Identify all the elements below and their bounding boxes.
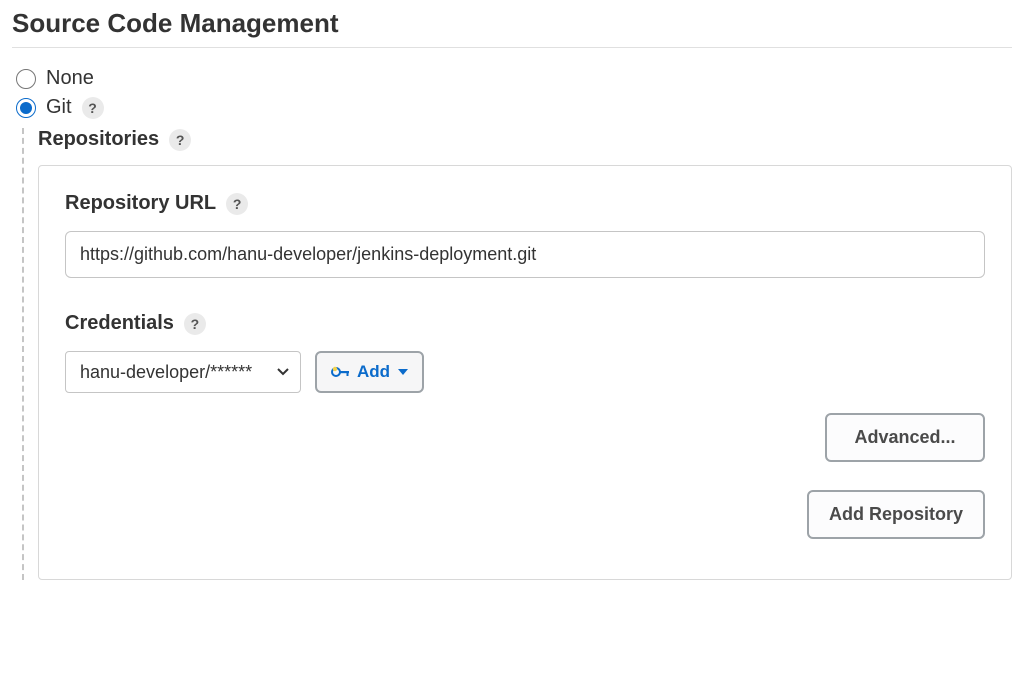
- repository-box: Repository URL ? Credentials ? hanu-deve…: [38, 165, 1012, 580]
- repositories-heading: Repositories: [38, 128, 159, 151]
- credentials-select[interactable]: hanu-developer/******: [65, 351, 301, 393]
- credentials-field: Credentials ? hanu-developer/******: [65, 312, 985, 393]
- credentials-select-wrap: hanu-developer/******: [65, 351, 301, 393]
- git-config-section: Repositories ? Repository URL ? Credenti…: [22, 128, 1012, 580]
- scm-label-none: None: [46, 67, 94, 90]
- help-icon[interactable]: ?: [184, 313, 206, 335]
- scm-radio-group: None Git ?: [12, 64, 1012, 122]
- credentials-label: Credentials: [65, 312, 174, 335]
- scm-radio-git[interactable]: [16, 98, 36, 118]
- scm-radio-none[interactable]: [16, 69, 36, 89]
- scm-label-git: Git: [46, 96, 72, 119]
- repo-url-input[interactable]: [65, 231, 985, 278]
- help-icon[interactable]: ?: [82, 97, 104, 119]
- repo-actions: Advanced... Add Repository: [65, 413, 985, 539]
- scm-option-git[interactable]: Git ?: [16, 93, 1012, 122]
- scm-option-none[interactable]: None: [16, 64, 1012, 93]
- help-icon[interactable]: ?: [226, 193, 248, 215]
- add-credentials-button[interactable]: Add: [315, 351, 424, 393]
- add-repository-button[interactable]: Add Repository: [807, 490, 985, 539]
- help-icon[interactable]: ?: [169, 129, 191, 151]
- section-title: Source Code Management: [12, 8, 1012, 48]
- repo-url-label: Repository URL: [65, 192, 216, 215]
- add-credentials-label: Add: [357, 362, 390, 382]
- advanced-button[interactable]: Advanced...: [825, 413, 985, 462]
- caret-down-icon: [398, 369, 408, 375]
- key-icon: [331, 365, 351, 379]
- repo-url-field: Repository URL ?: [65, 192, 985, 278]
- repositories-heading-row: Repositories ?: [38, 128, 1012, 151]
